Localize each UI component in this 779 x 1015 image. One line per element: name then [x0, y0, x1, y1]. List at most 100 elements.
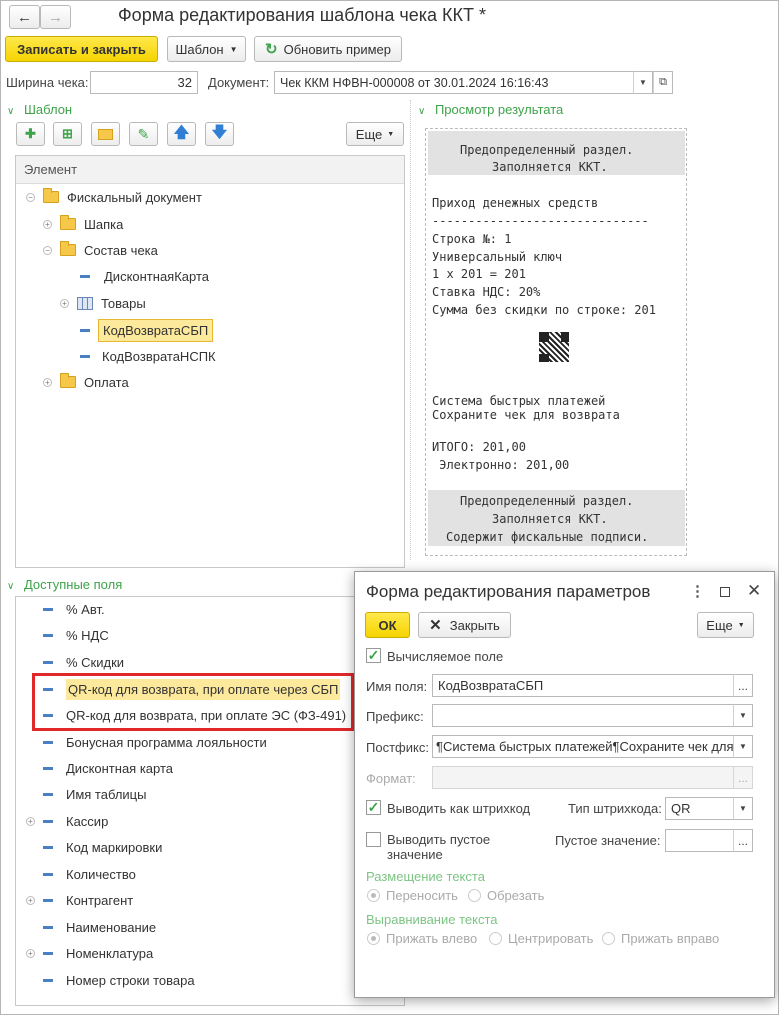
- barcode-type-input[interactable]: QR: [665, 797, 734, 820]
- arrow-down-icon: 🡇: [211, 123, 228, 141]
- field-item-table-name[interactable]: Имя таблицы: [43, 782, 146, 806]
- add-group-button[interactable]: [91, 122, 120, 146]
- dialog-menu-icon[interactable]: ⋮: [690, 582, 705, 600]
- field-item-discount-percent[interactable]: % Скидки: [43, 650, 124, 674]
- tree-item-nspk-return-code[interactable]: КодВозвратаНСПК: [80, 344, 216, 368]
- add-table-icon: ⊞: [62, 126, 73, 141]
- cut-radio[interactable]: Обрезать: [468, 888, 544, 903]
- wrap-radio[interactable]: Переносить: [367, 888, 458, 903]
- tree-column-header[interactable]: Элемент: [16, 156, 404, 184]
- tree-item-discount-card[interactable]: ДисконтнаяКарта: [80, 264, 209, 288]
- expand-icon[interactable]: +: [26, 948, 35, 958]
- align-left-radio[interactable]: Прижать влево: [367, 931, 477, 946]
- field-name-select-button[interactable]: ...: [733, 674, 753, 697]
- receipt-footer-line-1: Предопределенный раздел.: [460, 494, 634, 508]
- barcode-type-dropdown-button[interactable]: ▼: [733, 797, 753, 820]
- add-element-button[interactable]: ✚: [16, 122, 45, 146]
- expand-icon[interactable]: +: [43, 377, 52, 387]
- template-menu-button[interactable]: Шаблон ▼: [167, 36, 246, 62]
- radio-button: [602, 932, 615, 945]
- forward-button[interactable]: →: [40, 5, 71, 29]
- document-input[interactable]: Чек ККМ НФВН-000008 от 30.01.2024 16:16:…: [274, 71, 634, 94]
- align-center-radio[interactable]: Центрировать: [489, 931, 593, 946]
- radio-button: [367, 889, 380, 902]
- template-section-header[interactable]: ∨ Шаблон: [7, 102, 72, 117]
- align-right-radio[interactable]: Прижать вправо: [602, 931, 719, 946]
- field-item-counterparty[interactable]: + Контрагент: [26, 888, 133, 912]
- close-icon: ✕: [429, 617, 442, 634]
- back-button[interactable]: ←: [9, 5, 40, 29]
- folder-icon: [60, 373, 76, 388]
- check-icon: ✓: [367, 799, 380, 815]
- barcode-label: Выводить как штрихкод: [387, 801, 531, 816]
- empty-value-checkbox[interactable]: [366, 832, 381, 847]
- refresh-example-button[interactable]: ↻ Обновить пример: [254, 36, 402, 62]
- text-placement-title: Размещение текста: [366, 869, 485, 884]
- save-and-close-button[interactable]: Записать и закрыть: [5, 36, 158, 62]
- tree-item-sbp-return-code[interactable]: КодВозвратаСБП: [80, 318, 214, 342]
- field-item-line-number[interactable]: Номер строки товара: [43, 968, 195, 992]
- dialog-more-button[interactable]: Еще ▼: [697, 612, 754, 638]
- field-item-loyalty-program[interactable]: Бонусная программа лояльности: [43, 730, 267, 754]
- field-item-auto-percent[interactable]: % Авт.: [43, 597, 105, 621]
- tree-item-goods[interactable]: + Товары: [60, 291, 146, 315]
- splitter-vertical[interactable]: [410, 100, 411, 560]
- tree-item-header[interactable]: + Шапка: [43, 212, 123, 236]
- expand-icon[interactable]: +: [26, 816, 35, 826]
- barcode-type-label: Тип штрихкода:: [568, 801, 662, 816]
- empty-value-select-button[interactable]: ...: [733, 829, 753, 852]
- field-icon: [80, 328, 90, 332]
- field-item-cashier[interactable]: + Кассир: [26, 809, 108, 833]
- template-more-button[interactable]: Еще ▼: [346, 122, 404, 146]
- receipt-electronic-line: Электронно: 201,00: [432, 458, 570, 472]
- close-icon[interactable]: ✕: [747, 581, 761, 601]
- document-open-button[interactable]: ⧉: [653, 71, 673, 94]
- collapse-icon[interactable]: −: [43, 245, 52, 255]
- receipt-header-line-1: Предопределенный раздел.: [460, 143, 634, 157]
- postfix-input[interactable]: ¶Система быстрых платежей¶Сохраните чек …: [432, 735, 734, 758]
- tree-item-fiscal-document[interactable]: − Фискальный документ: [26, 185, 202, 209]
- expand-icon[interactable]: +: [43, 219, 52, 229]
- prefix-input[interactable]: [432, 704, 734, 727]
- chevron-down-icon: ∨: [7, 106, 15, 117]
- edit-element-button[interactable]: ✎: [129, 122, 158, 146]
- qr-code-image: [538, 331, 570, 363]
- fields-section-header[interactable]: ∨ Доступные поля: [7, 577, 122, 592]
- field-item-qr-es[interactable]: QR-код для возврата, при оплате ЭС (ФЗ-4…: [43, 703, 346, 727]
- folder-icon: [60, 241, 76, 256]
- field-name-label: Имя поля:: [366, 679, 428, 694]
- field-item-quantity[interactable]: Количество: [43, 862, 136, 886]
- field-item-vat-percent[interactable]: % НДС: [43, 623, 109, 647]
- add-table-button[interactable]: ⊞: [53, 122, 82, 146]
- field-name-input[interactable]: КодВозвратаСБП: [432, 674, 734, 697]
- expand-icon[interactable]: +: [60, 298, 69, 308]
- prefix-dropdown-button[interactable]: ▼: [733, 704, 753, 727]
- tree-item-receipt-composition[interactable]: − Состав чека: [43, 238, 158, 262]
- ok-button[interactable]: ОК: [365, 612, 410, 638]
- field-item-name[interactable]: Наименование: [43, 915, 156, 939]
- receipt-width-input[interactable]: 32: [90, 71, 198, 94]
- postfix-dropdown-button[interactable]: ▼: [733, 735, 753, 758]
- computed-field-checkbox[interactable]: ✓: [366, 647, 381, 663]
- field-icon: [80, 354, 90, 358]
- field-icon: [43, 819, 53, 823]
- field-item-qr-sbp[interactable]: QR-код для возврата, при оплате через СБ…: [43, 677, 341, 701]
- move-down-button[interactable]: 🡇: [205, 122, 234, 146]
- expand-icon[interactable]: +: [26, 895, 35, 905]
- close-button[interactable]: ✕ Закрыть: [418, 612, 511, 638]
- document-dropdown-button[interactable]: ▼: [633, 71, 653, 94]
- field-icon: [43, 792, 53, 796]
- maximize-icon[interactable]: [720, 587, 730, 597]
- empty-value-input[interactable]: [665, 829, 734, 852]
- arrow-right-icon: →: [48, 8, 63, 26]
- field-item-marking-code[interactable]: Код маркировки: [43, 835, 162, 859]
- barcode-checkbox[interactable]: ✓: [366, 799, 381, 815]
- field-item-discount-card[interactable]: Дисконтная карта: [43, 756, 173, 780]
- preview-section-header[interactable]: ∨ Просмотр результата: [418, 102, 563, 117]
- move-up-button[interactable]: 🡅: [167, 122, 196, 146]
- tree-item-payment[interactable]: + Оплата: [43, 370, 129, 394]
- field-item-nomenclature[interactable]: + Номенклатура: [26, 941, 153, 965]
- field-icon: [43, 660, 53, 664]
- collapse-icon[interactable]: −: [26, 192, 35, 202]
- postfix-label: Постфикс:: [366, 740, 429, 755]
